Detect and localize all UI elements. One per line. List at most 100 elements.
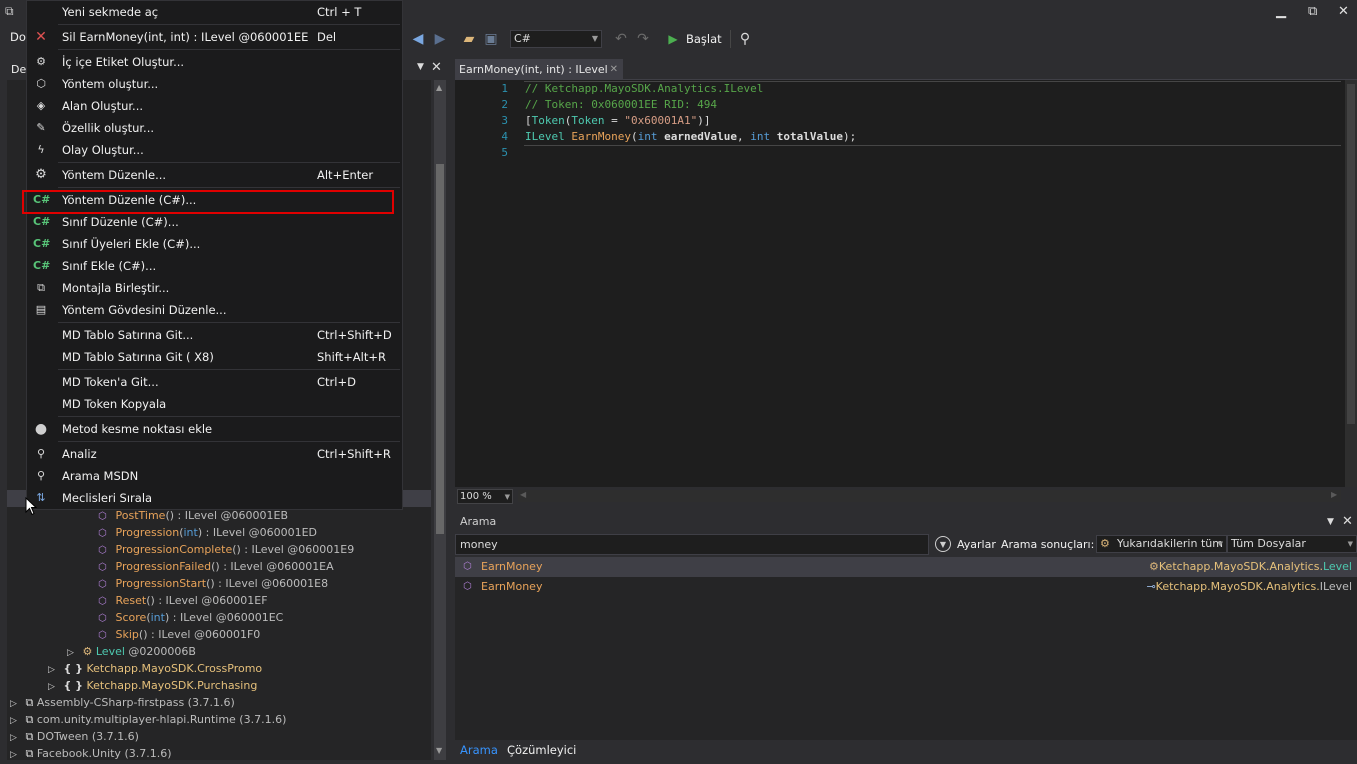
line-number: 2: [501, 98, 508, 111]
menu-item-add-breakpoint[interactable]: ● Metod kesme noktası ekle: [26, 418, 403, 440]
scroll-thumb[interactable]: [1347, 84, 1355, 424]
tree-assembly-row[interactable]: ▷ ⧉ Assembly-CSharp-firstpass (3.7.1.6): [10, 694, 235, 711]
minimize-icon[interactable]: ▁: [1276, 4, 1286, 19]
method-icon: ⬡: [98, 511, 107, 522]
tab-close-icon[interactable]: ✕: [610, 59, 618, 80]
menu-item-delete[interactable]: ✕ Sil EarnMoney(int, int) : ILevel @0600…: [26, 26, 403, 48]
zoom-select[interactable]: 100 % ▼: [457, 489, 513, 504]
start-button[interactable]: Başlat: [686, 32, 722, 46]
left-scrollbar[interactable]: [434, 80, 446, 760]
delete-icon: ✕: [35, 29, 47, 45]
method-create-icon: ⬡: [36, 77, 46, 90]
method-icon: ⬡: [463, 581, 472, 592]
tree-method-row[interactable]: ⬡ Skip() : ILevel @060001F0: [98, 626, 260, 643]
assembly-icon: ⧉: [37, 281, 45, 294]
search-icon[interactable]: ⚲: [736, 30, 754, 48]
assembly-icon: ⧉: [25, 747, 34, 760]
search-result-row[interactable]: ⬡ EarnMoney ⚙Ketchapp.MayoSDK.Analytics.…: [455, 557, 1357, 577]
menu-item-copy-md-token[interactable]: MD Token Kopyala: [26, 393, 403, 415]
settings-chevron-icon[interactable]: ▼: [935, 536, 951, 552]
pane-close-icon[interactable]: ✕: [431, 60, 442, 75]
tab-search[interactable]: Arama: [460, 743, 498, 757]
menu-item-go-to-md-table-row[interactable]: MD Tablo Satırına Git... Ctrl+Shift+D: [26, 324, 403, 346]
search-files-select[interactable]: Tüm Dosyalar ▼: [1227, 535, 1357, 553]
menu-item-go-to-md-token[interactable]: MD Token'a Git... Ctrl+D: [26, 371, 403, 393]
menu-item-create-nested-type[interactable]: ⚙ İç içe Etiket Oluştur...: [26, 51, 403, 73]
pane-menu-icon[interactable]: ▼: [1327, 513, 1334, 531]
undo-icon[interactable]: ↶: [612, 30, 630, 48]
menu-item-search-msdn[interactable]: ⚲ Arama MSDN: [26, 465, 403, 487]
interface-icon: ⊸: [1146, 580, 1156, 593]
save-all-icon[interactable]: ▣: [482, 30, 500, 48]
method-icon: ⬡: [98, 545, 107, 556]
tree-method-row[interactable]: ⬡ Score(int) : ILevel @060001EC: [98, 609, 283, 626]
line-number: 4: [501, 130, 508, 143]
menu-item-edit-method[interactable]: ⚙ Yöntem Düzenle... Alt+Enter: [26, 164, 403, 186]
nested-type-icon: ⚙: [36, 55, 46, 68]
scroll-thumb[interactable]: [436, 164, 444, 534]
line-number: 1: [501, 82, 508, 95]
language-value: C#: [514, 32, 531, 45]
tree-assembly-row[interactable]: ▷ ⧉ Facebook.Unity (3.7.1.6): [10, 745, 172, 762]
menu-item-go-to-md-table-row-x8[interactable]: MD Tablo Satırına Git ( X8) Shift+Alt+R: [26, 346, 403, 368]
chevron-down-icon: ▼: [504, 493, 510, 501]
menu-item-edit-method-body[interactable]: ▤ Yöntem Gövdesini Düzenle...: [26, 299, 403, 321]
play-icon[interactable]: ▶: [664, 30, 682, 48]
field-icon: ◈: [36, 99, 46, 112]
back-icon[interactable]: ◀: [409, 30, 427, 48]
menu-item-merge-assembly[interactable]: ⧉ Montajla Birleştir...: [26, 277, 403, 299]
horizontal-scrollbar[interactable]: [518, 490, 1341, 502]
tree-method-row[interactable]: ⬡ ProgressionFailed() : ILevel @060001EA: [98, 558, 334, 575]
search-result-row[interactable]: ⬡ EarnMoney ⊸Ketchapp.MayoSDK.Analytics.…: [455, 577, 1357, 597]
search-scope-select[interactable]: ⚙ Yukarıdakilerin tüm ▼: [1096, 535, 1227, 553]
menu-item-create-field[interactable]: ◈ Alan Oluştur...: [26, 95, 403, 117]
menu-item-add-class-members[interactable]: C# Sınıf Üyeleri Ekle (C#)...: [26, 233, 403, 255]
method-icon: ⬡: [98, 562, 107, 573]
language-select[interactable]: C# ▼: [510, 30, 602, 48]
chevron-down-icon: ▼: [1217, 540, 1223, 548]
gear-icon: ⚙: [35, 167, 47, 182]
menu-item-analyze[interactable]: ⚲ Analiz Ctrl+Shift+R: [26, 443, 403, 465]
forward-icon[interactable]: ▶: [431, 30, 449, 48]
menu-item-partial[interactable]: Do: [10, 30, 26, 44]
tree-method-row[interactable]: ⬡ ProgressionComplete() : ILevel @060001…: [98, 541, 354, 558]
settings-button[interactable]: Ayarlar: [957, 538, 996, 551]
restore-icon[interactable]: ⧉: [1308, 4, 1317, 19]
tab-analyzer[interactable]: Çözümleyici: [507, 743, 576, 757]
menu-item-create-method[interactable]: ⬡ Yöntem oluştur...: [26, 73, 403, 95]
class-icon: ⚙: [82, 645, 93, 658]
scroll-up-icon[interactable]: ▲: [436, 83, 442, 92]
menu-item-open-new-tab[interactable]: Yeni sekmede aç Ctrl + T: [26, 1, 403, 23]
tree-assembly-row[interactable]: ▷ ⧉ DOTween (3.7.1.6): [10, 728, 139, 745]
editor-scrollbar[interactable]: [1345, 80, 1357, 487]
pane-close-icon[interactable]: ✕: [1342, 513, 1353, 531]
close-window-icon[interactable]: ✕: [1338, 4, 1349, 19]
menu-separator: [58, 24, 400, 25]
expand-icon[interactable]: ▷: [10, 747, 22, 764]
tree-method-row[interactable]: ⬡ Progression(int) : ILevel @060001ED: [98, 524, 317, 541]
editor-tab[interactable]: EarnMoney(int, int) : ILevel ✕: [455, 59, 623, 80]
scroll-left-icon[interactable]: ◀: [520, 490, 526, 499]
tree-namespace-row[interactable]: ▷ { } Ketchapp.MayoSDK.CrossPromo: [48, 660, 262, 677]
tree-namespace-row[interactable]: ▷ { } Ketchapp.MayoSDK.Purchasing: [48, 677, 257, 694]
redo-icon[interactable]: ↷: [634, 30, 652, 48]
result-location: ⊸Ketchapp.MayoSDK.Analytics.ILevel: [1146, 580, 1352, 593]
scroll-right-icon[interactable]: ▶: [1331, 490, 1337, 499]
menu-separator: [58, 187, 400, 188]
search-input[interactable]: [455, 534, 929, 555]
menu-item-add-class[interactable]: C# Sınıf Ekle (C#)...: [26, 255, 403, 277]
open-icon[interactable]: ▰: [460, 30, 478, 48]
menu-item-create-event[interactable]: ϟ Olay Oluştur...: [26, 139, 403, 161]
menu-item-sort-assemblies[interactable]: ⇅ Meclisleri Sırala: [26, 487, 403, 509]
menu-separator: [58, 162, 400, 163]
menu-separator: [58, 369, 400, 370]
menu-item-create-property[interactable]: ✎ Özellik oluştur...: [26, 117, 403, 139]
scroll-down-icon[interactable]: ▼: [436, 746, 442, 755]
tree-assembly-row[interactable]: ▷ ⧉ com.unity.multiplayer-hlapi.Runtime …: [10, 711, 286, 728]
pane-menu-icon[interactable]: ▼: [417, 62, 424, 72]
tree-class-row[interactable]: ▷ ⚙ Level @0200006B: [67, 643, 196, 660]
menu-item-edit-class-csharp[interactable]: C# Sınıf Düzenle (C#)...: [26, 211, 403, 233]
explorer-tab[interactable]: De: [11, 63, 26, 76]
tree-method-row[interactable]: ⬡ Reset() : ILevel @060001EF: [98, 592, 268, 609]
tree-method-row[interactable]: ⬡ ProgressionStart() : ILevel @060001E8: [98, 575, 328, 592]
